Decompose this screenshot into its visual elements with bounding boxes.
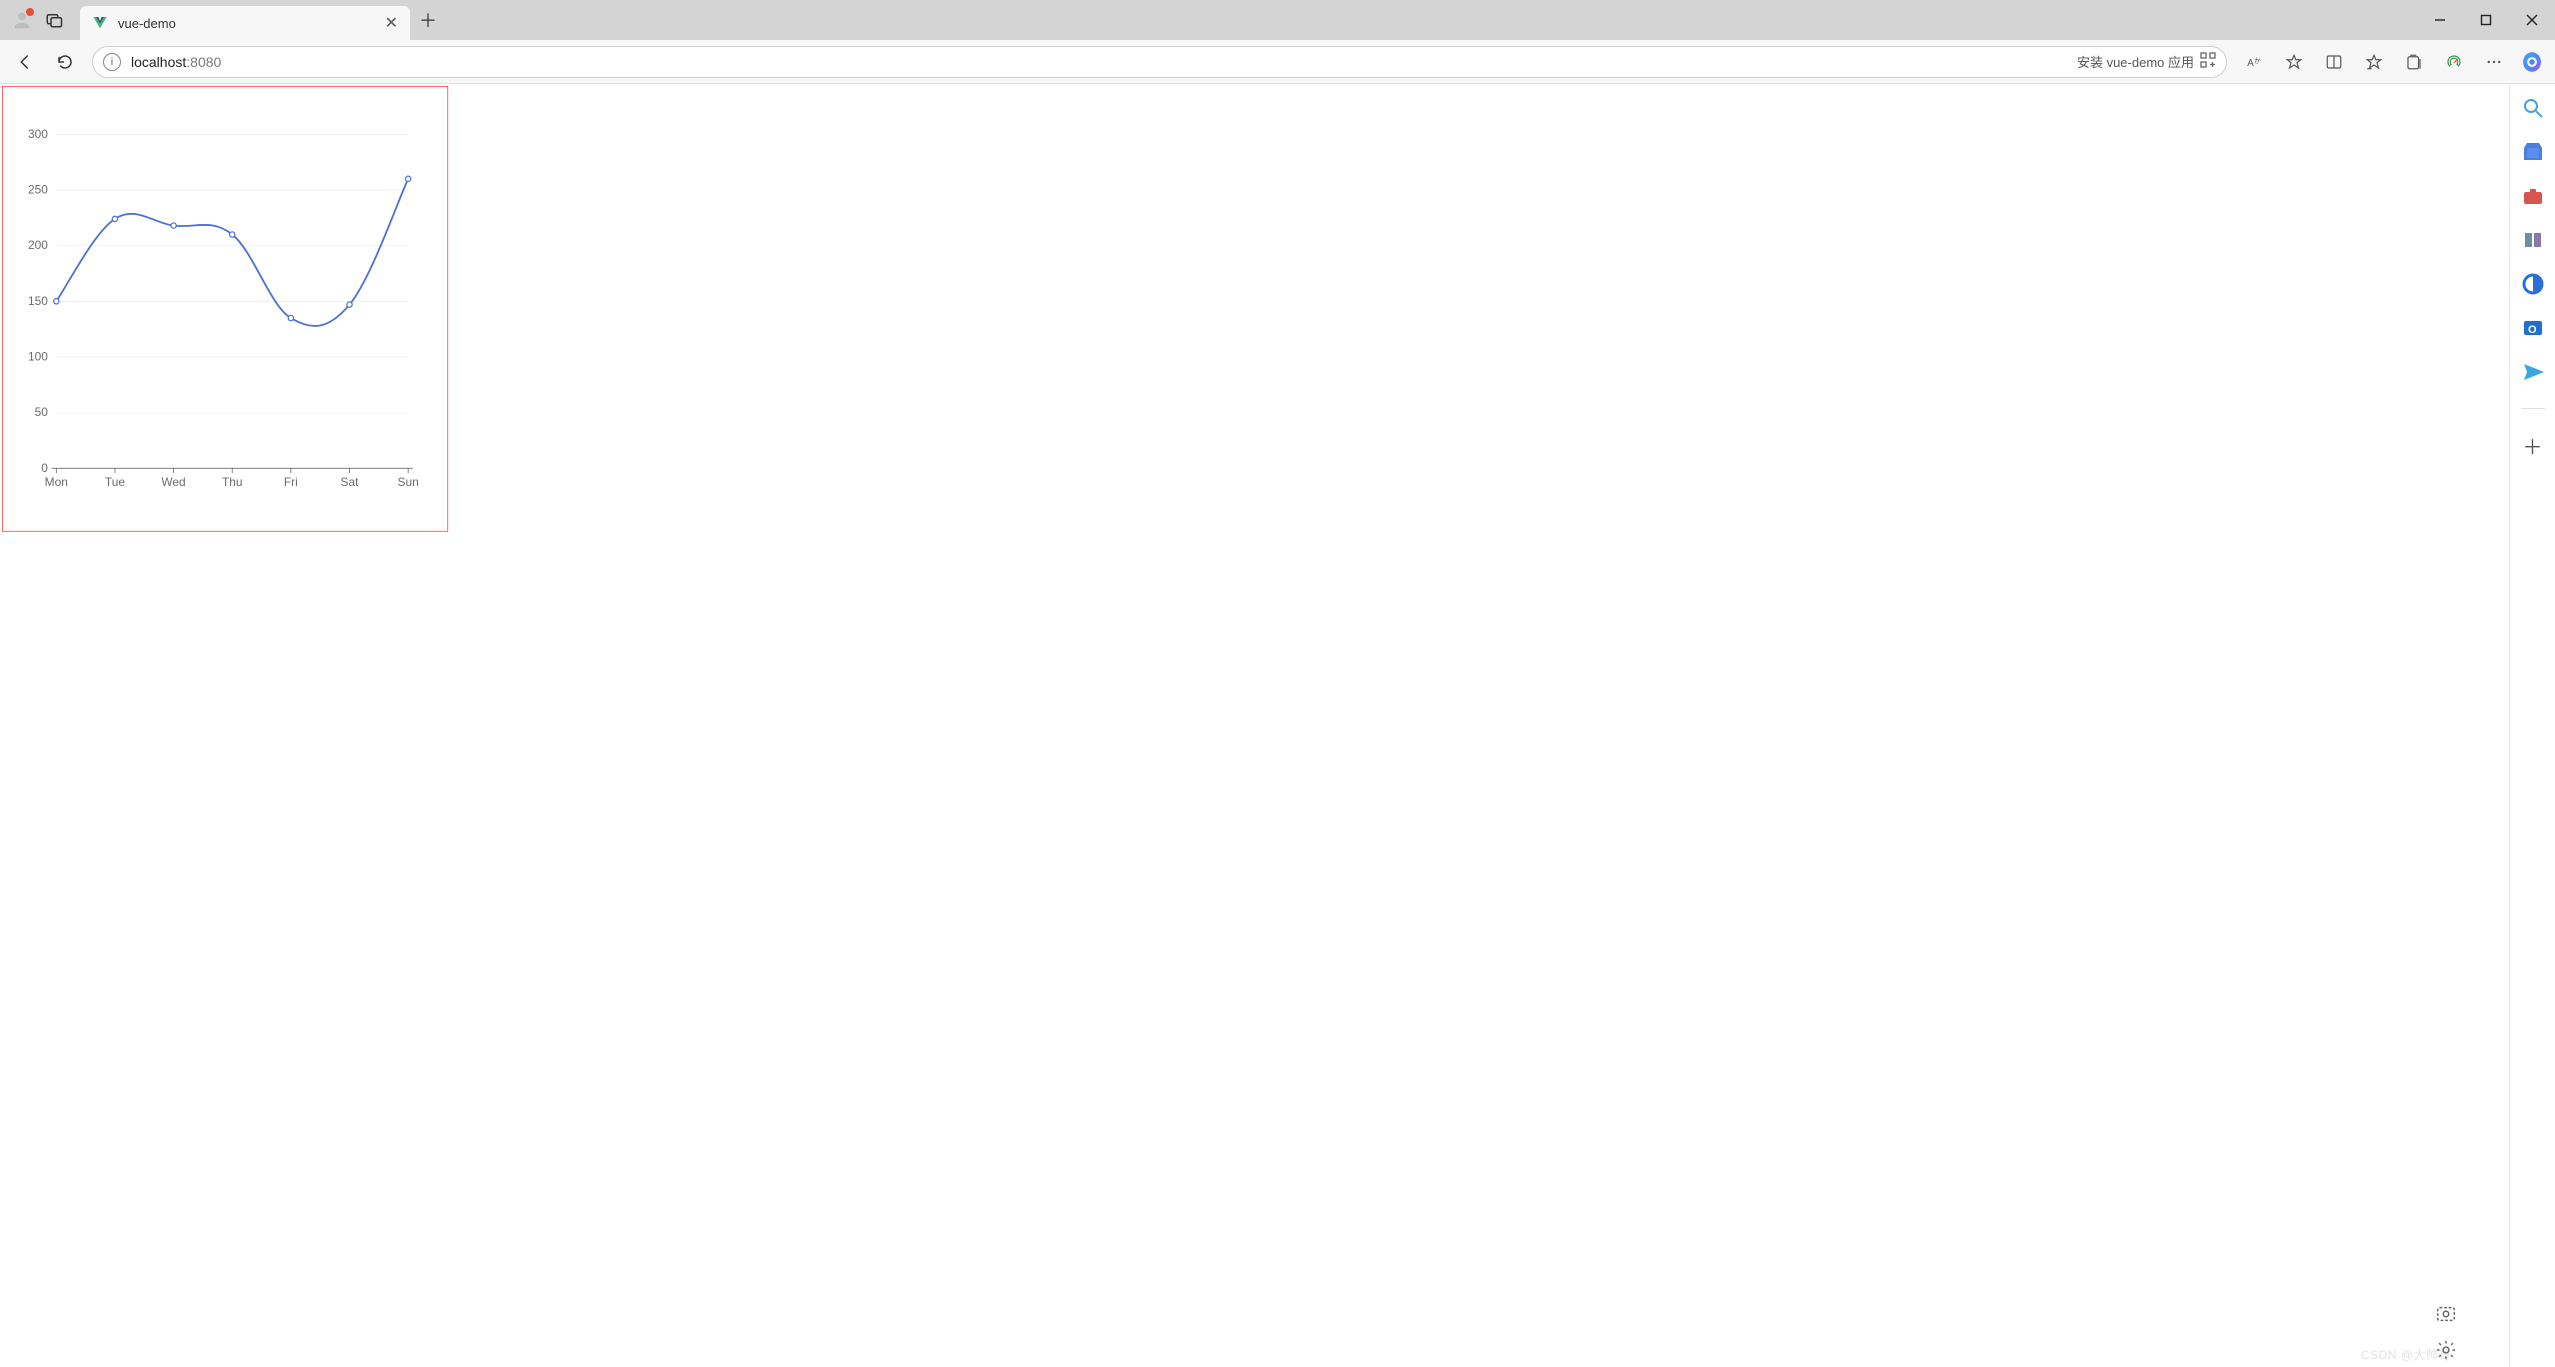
toolbar-right: Aか [2235, 44, 2549, 80]
x-tick-label: Sat [341, 475, 360, 489]
search-sidebar-icon[interactable] [2521, 96, 2545, 120]
new-tab-button[interactable]: ＋ [410, 2, 446, 38]
tab-overview-button[interactable] [36, 2, 72, 38]
edge-sidebar: O ＋ [2509, 84, 2555, 1367]
favorite-button[interactable] [2275, 44, 2313, 80]
send-sidebar-icon[interactable] [2521, 360, 2545, 384]
add-sidebar-button[interactable]: ＋ [2521, 433, 2545, 457]
split-screen-button[interactable] [2315, 44, 2353, 80]
chart-data-point [171, 223, 176, 228]
url-host: localhost [131, 54, 186, 70]
toolbox-sidebar-icon[interactable] [2521, 184, 2545, 208]
x-tick-label: Sun [398, 475, 419, 489]
site-info-icon[interactable]: i [103, 53, 121, 71]
url-text: localhost:8080 [131, 54, 221, 70]
browser-tab[interactable]: vue-demo ✕ [80, 6, 410, 40]
y-tick-label: 150 [28, 294, 48, 308]
page-content: 050100150200250300MonTueWedThuFriSatSun … [0, 84, 2509, 1367]
performance-button[interactable] [2435, 44, 2473, 80]
x-tick-label: Thu [222, 475, 243, 489]
chart-data-point [347, 302, 352, 307]
refresh-button[interactable] [46, 44, 84, 80]
x-tick-label: Fri [284, 475, 298, 489]
install-pwa-button[interactable]: 安装 vue-demo 应用 [2077, 52, 2216, 71]
read-aloud-button[interactable]: Aか [2235, 44, 2273, 80]
settings-button[interactable] [2435, 1339, 2457, 1361]
page-body: 050100150200250300MonTueWedThuFriSatSun … [0, 84, 2555, 1367]
screenshot-button[interactable] [2435, 1303, 2457, 1325]
menu-button[interactable] [2475, 44, 2513, 80]
window-maximize-button[interactable] [2463, 0, 2509, 40]
corner-controls [2435, 1303, 2457, 1361]
svg-text:か: か [2254, 56, 2261, 64]
chart-data-point [54, 299, 59, 304]
window-minimize-button[interactable] [2417, 0, 2463, 40]
y-tick-label: 0 [41, 461, 48, 475]
url-input[interactable]: i localhost:8080 安装 vue-demo 应用 [92, 46, 2227, 78]
chart-data-point [112, 216, 117, 221]
collections-button[interactable] [2395, 44, 2433, 80]
x-tick-label: Mon [45, 475, 68, 489]
sidebar-divider [2521, 408, 2545, 409]
line-chart: 0 50 100 150 200 250 300 Mon Tue Wed Thu Fri Sat Sun [3, 87, 448, 531]
chart-container: 0 50 100 150 200 250 300 Mon Tue Wed Thu Fri Sat Sun [2, 86, 448, 532]
profile-button[interactable] [8, 6, 36, 34]
outlook-sidebar-icon[interactable]: O [2521, 316, 2545, 340]
office-sidebar-icon[interactable] [2521, 272, 2545, 296]
svg-text:O: O [2528, 324, 2537, 336]
tab-title: vue-demo [118, 16, 375, 31]
y-tick-label: 250 [28, 183, 48, 197]
address-bar: i localhost:8080 安装 vue-demo 应用 Aか [0, 40, 2555, 84]
app-install-icon [2200, 52, 2216, 71]
titlebar: vue-demo ✕ ＋ [0, 0, 2555, 40]
games-sidebar-icon[interactable] [2521, 228, 2545, 252]
tab-close-button[interactable]: ✕ [385, 13, 398, 33]
svg-text:A: A [2247, 57, 2254, 68]
url-port: :8080 [186, 54, 221, 70]
y-tick-label: 200 [28, 238, 48, 252]
notification-dot-icon [26, 8, 34, 16]
chart-data-point [230, 232, 235, 237]
back-button[interactable] [6, 44, 44, 80]
titlebar-left [0, 2, 80, 38]
chart-data-point [288, 315, 293, 320]
browser-window: vue-demo ✕ ＋ i localhost:8080 安装 vue-dem… [0, 0, 2555, 1367]
chart-data-point [405, 176, 410, 181]
shopping-sidebar-icon[interactable] [2521, 140, 2545, 164]
install-pwa-label: 安装 vue-demo 应用 [2077, 52, 2194, 71]
copilot-button[interactable] [2515, 45, 2549, 79]
window-controls [2417, 0, 2555, 40]
y-tick-label: 50 [35, 405, 49, 419]
y-tick-label: 300 [28, 127, 48, 141]
window-close-button[interactable] [2509, 0, 2555, 40]
vue-favicon-icon [92, 15, 108, 31]
chart-series-line [56, 179, 408, 326]
favorites-list-button[interactable] [2355, 44, 2393, 80]
x-tick-label: Tue [105, 475, 125, 489]
y-tick-label: 100 [28, 350, 48, 364]
x-tick-label: Wed [161, 475, 185, 489]
